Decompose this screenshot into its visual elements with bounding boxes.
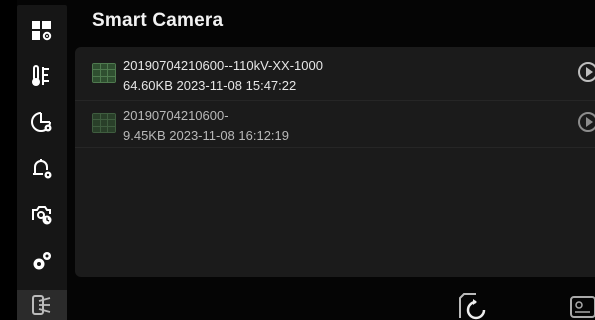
gears-icon [33,252,51,270]
sidebar-item-alarm[interactable] [17,149,67,189]
camera-timer-icon [32,206,52,225]
file-meta: 64.60KB 2023-11-08 15:47:22 [123,78,297,93]
refresh-folder-icon [459,293,486,320]
chart-settings-icon [31,112,52,132]
smart-camera-screen: Smart Camera 20190704210600--110kV-XX-10… [0,0,595,320]
file-name: 20190704210600--110kV-XX-1000 [123,58,323,73]
refresh-folder-button[interactable] [452,292,492,320]
device-info-icon [570,296,595,318]
file-row[interactable]: 20190704210600--110kV-XX-1000 64.60KB 20… [75,50,595,101]
play-icon[interactable] [578,62,595,82]
image-thumbnail [92,113,116,133]
page-title: Smart Camera [92,10,224,31]
file-list-panel: 20190704210600--110kV-XX-1000 64.60KB 20… [75,47,595,277]
dashboard-settings-icon [32,21,52,41]
file-meta: 9.45KB 2023-11-08 16:12:19 [123,128,290,143]
sidebar-item-temperature[interactable] [17,56,67,96]
recordings-icon [32,295,51,315]
left-edge [0,0,17,320]
sidebar-item-recordings[interactable] [17,290,67,320]
sidebar-item-dashboard[interactable] [17,11,67,51]
image-thumbnail [92,63,116,83]
device-info-button[interactable] [568,295,595,320]
thermometer-icon [32,65,49,86]
sidebar-item-analysis[interactable] [17,102,67,142]
play-icon[interactable] [578,112,595,132]
sidebar-item-settings[interactable] [17,241,67,281]
alarm-settings-icon [33,159,52,179]
file-name: 20190704210600- [123,108,229,123]
file-row[interactable]: 20190704210600- 9.45KB 2023-11-08 16:12:… [75,100,595,148]
sidebar-item-capture[interactable] [17,195,67,235]
sidebar [17,5,67,320]
